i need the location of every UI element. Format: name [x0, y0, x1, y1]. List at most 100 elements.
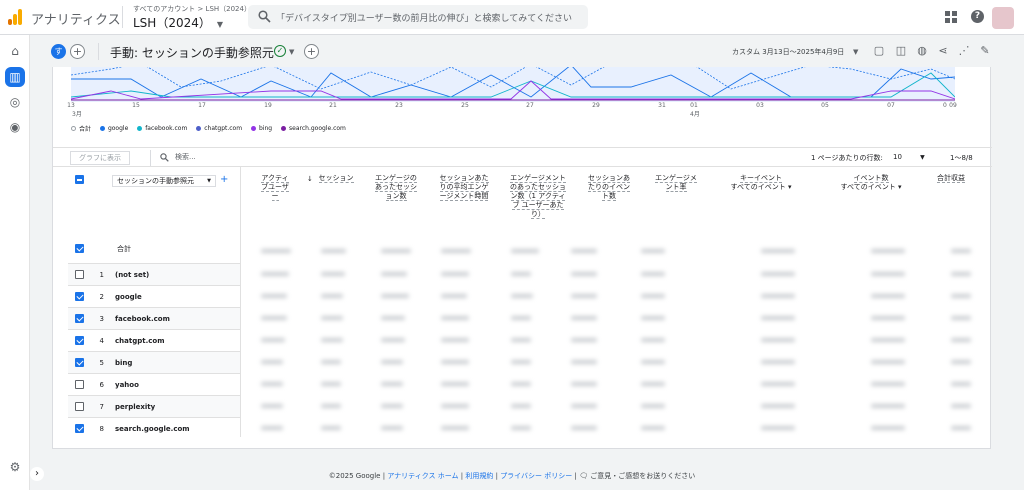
- insights-note-icon[interactable]: ▢: [872, 44, 886, 58]
- add-comparison-button[interactable]: +: [70, 44, 85, 59]
- row-label: yahoo: [115, 381, 139, 389]
- table-row[interactable]: 8 search.google.com: [68, 417, 240, 439]
- rows-per-page-select[interactable]: 10 ▼: [893, 153, 925, 161]
- legend-item[interactable]: bing: [251, 125, 272, 132]
- terms-link[interactable]: 利用規約: [465, 472, 493, 480]
- column-header-engagement-rate[interactable]: エンゲージメント率: [653, 174, 699, 192]
- share-icon[interactable]: ⋖: [936, 44, 950, 58]
- row-checkbox[interactable]: [75, 402, 84, 411]
- property-selector[interactable]: LSH（2024） ▼: [133, 14, 223, 31]
- x-tick: 21: [329, 102, 337, 109]
- row-number: 5: [99, 359, 104, 367]
- row-label: perplexity: [115, 403, 156, 411]
- row-label: (not set): [115, 271, 150, 279]
- property-name: LSH（2024）: [133, 16, 211, 30]
- x-tick: 27: [526, 102, 534, 109]
- add-dimension-button[interactable]: +: [220, 174, 228, 185]
- table-row[interactable]: 3 facebook.com: [68, 307, 240, 329]
- rows-per-page-label: 1 ページあたりの行数:: [811, 154, 883, 162]
- legend-item[interactable]: google: [99, 125, 128, 132]
- column-header-avg-engagement-time[interactable]: セッションあたりの平均エンゲージメント時間: [439, 174, 489, 201]
- table-search-input[interactable]: 検索...: [175, 152, 196, 162]
- column-header-event-count[interactable]: イベント数 すべてのイベント ▾: [826, 174, 916, 192]
- explore-icon[interactable]: ◎: [5, 92, 25, 112]
- column-header-total-revenue[interactable]: 合計収益: [937, 174, 965, 183]
- row-checkbox[interactable]: [75, 380, 84, 389]
- row-label: chatgpt.com: [115, 337, 165, 345]
- apps-grid-icon[interactable]: [945, 11, 957, 23]
- row-label: google: [115, 293, 142, 301]
- legend-item[interactable]: chatgpt.com: [196, 125, 242, 132]
- check-circle-icon[interactable]: ✓: [274, 45, 286, 57]
- add-filter-button[interactable]: +: [304, 44, 319, 59]
- customize-chart-icon[interactable]: ◍: [915, 44, 929, 58]
- chart-legend: 合計 google facebook.com chatgpt.com bing …: [71, 124, 353, 133]
- column-header-engaged-sessions-per-user[interactable]: エンゲージメントのあったセッション数（1 アクティブ ユーザーあたり）: [509, 174, 567, 219]
- column-header-events-per-session[interactable]: セッションあたりのイベント数: [586, 174, 632, 201]
- analytics-logo-icon[interactable]: [8, 9, 22, 25]
- x-tick: 29: [592, 102, 600, 109]
- sort-desc-icon[interactable]: ↓: [307, 175, 313, 183]
- edit-pencil-icon[interactable]: ✎: [978, 44, 992, 58]
- search-icon: [258, 10, 271, 23]
- column-header-sessions[interactable]: セッション: [318, 174, 354, 183]
- line-chart: [71, 67, 955, 102]
- feedback-link[interactable]: ご意見・ご感想をお送りください: [590, 472, 695, 480]
- reports-icon[interactable]: ▥: [5, 67, 25, 87]
- row-checkbox[interactable]: [75, 270, 84, 279]
- account-breadcrumb[interactable]: すべてのアカウント > LSH（2024）: [133, 4, 251, 14]
- x-tick: 17: [198, 102, 206, 109]
- x-tick: 15: [132, 102, 140, 109]
- app-title: アナリティクス: [31, 13, 121, 28]
- insights-trend-icon[interactable]: ⋰: [957, 44, 971, 58]
- report-header: す + 手動: セッションの手動参照元 ✓ ▼ + カスタム 3月13日～202…: [30, 35, 1024, 67]
- legend-item[interactable]: search.google.com: [281, 125, 346, 132]
- legend-item[interactable]: facebook.com: [137, 125, 187, 132]
- table-row[interactable]: 7 perplexity: [68, 395, 240, 417]
- report-title: 手動: セッションの手動参照元: [110, 46, 274, 60]
- chevron-down-icon: ▼: [216, 20, 224, 29]
- row-checkbox[interactable]: [75, 292, 84, 301]
- table-row[interactable]: 4 chatgpt.com: [68, 329, 240, 351]
- table-row[interactable]: 2 google: [68, 285, 240, 307]
- segment-badge[interactable]: す: [51, 44, 66, 59]
- column-header-active-users[interactable]: アクティブユーザー: [258, 174, 292, 201]
- advertising-icon[interactable]: ◉: [5, 117, 25, 137]
- x-tick: 31: [658, 102, 666, 109]
- row-number: 4: [99, 337, 104, 345]
- analytics-home-link[interactable]: アナリティクス ホーム: [387, 472, 458, 480]
- pagination-range: 1～8/8: [950, 154, 973, 162]
- chevron-down-icon[interactable]: ▼: [853, 48, 858, 56]
- help-icon[interactable]: ?: [971, 10, 984, 23]
- x-tick: 07: [887, 102, 895, 109]
- select-all-checkbox[interactable]: [75, 175, 84, 184]
- date-range-picker[interactable]: カスタム 3月13日～2025年4月9日: [732, 47, 844, 57]
- plot-rows-button[interactable]: グラフに表示: [70, 151, 130, 165]
- column-header-engaged-sessions[interactable]: エンゲージのあったセッション数: [373, 174, 419, 201]
- table-row[interactable]: 5 bing: [68, 351, 240, 373]
- row-number: 2: [99, 293, 104, 301]
- row-checkbox[interactable]: [75, 424, 84, 433]
- home-icon[interactable]: ⌂: [5, 41, 25, 61]
- search-box[interactable]: 「デバイスタイプ別ユーザー数の前月比の伸び」と検索してみてください: [248, 5, 588, 29]
- report-card: 13 15 17 19 21 23 25 27 29 31 01 03 05 0…: [52, 67, 992, 449]
- month-label: 3月: [72, 111, 82, 118]
- legend-item[interactable]: 合計: [71, 124, 91, 133]
- table-toolbar: グラフに表示 検索... 1 ページあたりの行数: 10 ▼ 1～8/8: [53, 147, 992, 167]
- chevron-down-icon[interactable]: ▼: [289, 48, 294, 56]
- avatar[interactable]: [992, 7, 1014, 29]
- privacy-link[interactable]: プライバシー ポリシー: [500, 472, 572, 480]
- row-label: facebook.com: [115, 315, 170, 323]
- row-checkbox[interactable]: [75, 358, 84, 367]
- totals-checkbox[interactable]: [75, 244, 84, 253]
- x-tick: 03: [756, 102, 764, 109]
- x-tick: 25: [461, 102, 469, 109]
- dimension-selector[interactable]: セッションの手動参照元 ▼: [112, 175, 216, 187]
- column-header-key-events[interactable]: キーイベント すべてのイベント ▾: [716, 174, 806, 192]
- row-checkbox[interactable]: [75, 314, 84, 323]
- table-row[interactable]: 6 yahoo: [68, 373, 240, 395]
- compare-columns-icon[interactable]: ◫: [894, 44, 908, 58]
- row-checkbox[interactable]: [75, 336, 84, 345]
- row-number: 6: [99, 381, 104, 389]
- table-row[interactable]: 1 (not set): [68, 263, 240, 285]
